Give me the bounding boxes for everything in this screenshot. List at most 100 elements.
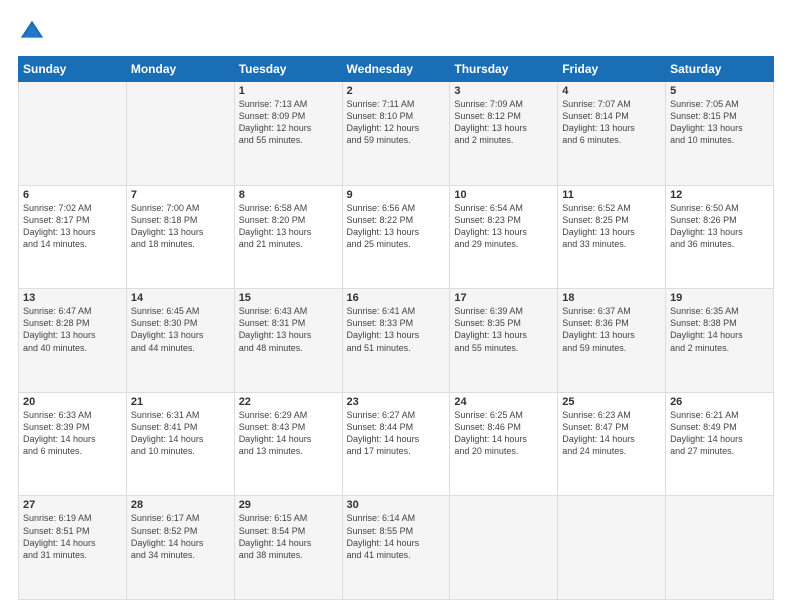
day-cell: 28Sunrise: 6:17 AM Sunset: 8:52 PM Dayli… [126, 496, 234, 600]
day-number: 29 [239, 499, 338, 511]
day-cell: 1Sunrise: 7:13 AM Sunset: 8:09 PM Daylig… [234, 82, 342, 186]
logo-icon [18, 18, 46, 46]
day-number: 6 [23, 189, 122, 201]
week-row-4: 20Sunrise: 6:33 AM Sunset: 8:39 PM Dayli… [19, 392, 774, 496]
weekday-header-thursday: Thursday [450, 57, 558, 82]
week-row-3: 13Sunrise: 6:47 AM Sunset: 8:28 PM Dayli… [19, 289, 774, 393]
day-cell: 6Sunrise: 7:02 AM Sunset: 8:17 PM Daylig… [19, 185, 127, 289]
day-cell [126, 82, 234, 186]
day-number: 5 [670, 85, 769, 97]
day-cell [666, 496, 774, 600]
day-cell: 16Sunrise: 6:41 AM Sunset: 8:33 PM Dayli… [342, 289, 450, 393]
day-number: 7 [131, 189, 230, 201]
day-content: Sunrise: 6:43 AM Sunset: 8:31 PM Dayligh… [239, 305, 338, 354]
day-number: 8 [239, 189, 338, 201]
weekday-header-saturday: Saturday [666, 57, 774, 82]
day-content: Sunrise: 6:50 AM Sunset: 8:26 PM Dayligh… [670, 202, 769, 251]
day-number: 19 [670, 292, 769, 304]
day-content: Sunrise: 6:35 AM Sunset: 8:38 PM Dayligh… [670, 305, 769, 354]
day-content: Sunrise: 7:09 AM Sunset: 8:12 PM Dayligh… [454, 98, 553, 147]
weekday-header-wednesday: Wednesday [342, 57, 450, 82]
day-content: Sunrise: 6:31 AM Sunset: 8:41 PM Dayligh… [131, 409, 230, 458]
day-cell: 8Sunrise: 6:58 AM Sunset: 8:20 PM Daylig… [234, 185, 342, 289]
day-content: Sunrise: 6:29 AM Sunset: 8:43 PM Dayligh… [239, 409, 338, 458]
day-content: Sunrise: 7:07 AM Sunset: 8:14 PM Dayligh… [562, 98, 661, 147]
day-cell: 21Sunrise: 6:31 AM Sunset: 8:41 PM Dayli… [126, 392, 234, 496]
week-row-2: 6Sunrise: 7:02 AM Sunset: 8:17 PM Daylig… [19, 185, 774, 289]
day-cell: 14Sunrise: 6:45 AM Sunset: 8:30 PM Dayli… [126, 289, 234, 393]
day-content: Sunrise: 6:56 AM Sunset: 8:22 PM Dayligh… [347, 202, 446, 251]
day-number: 20 [23, 396, 122, 408]
day-number: 14 [131, 292, 230, 304]
day-content: Sunrise: 7:05 AM Sunset: 8:15 PM Dayligh… [670, 98, 769, 147]
day-content: Sunrise: 7:02 AM Sunset: 8:17 PM Dayligh… [23, 202, 122, 251]
day-content: Sunrise: 7:00 AM Sunset: 8:18 PM Dayligh… [131, 202, 230, 251]
day-content: Sunrise: 6:17 AM Sunset: 8:52 PM Dayligh… [131, 512, 230, 561]
day-number: 12 [670, 189, 769, 201]
day-number: 18 [562, 292, 661, 304]
header [18, 18, 774, 46]
day-content: Sunrise: 6:41 AM Sunset: 8:33 PM Dayligh… [347, 305, 446, 354]
page: SundayMondayTuesdayWednesdayThursdayFrid… [0, 0, 792, 612]
day-content: Sunrise: 6:25 AM Sunset: 8:46 PM Dayligh… [454, 409, 553, 458]
day-cell: 3Sunrise: 7:09 AM Sunset: 8:12 PM Daylig… [450, 82, 558, 186]
day-cell: 30Sunrise: 6:14 AM Sunset: 8:55 PM Dayli… [342, 496, 450, 600]
weekday-header-row: SundayMondayTuesdayWednesdayThursdayFrid… [19, 57, 774, 82]
day-number: 3 [454, 85, 553, 97]
day-cell: 20Sunrise: 6:33 AM Sunset: 8:39 PM Dayli… [19, 392, 127, 496]
week-row-1: 1Sunrise: 7:13 AM Sunset: 8:09 PM Daylig… [19, 82, 774, 186]
logo [18, 18, 50, 46]
day-number: 2 [347, 85, 446, 97]
day-content: Sunrise: 6:37 AM Sunset: 8:36 PM Dayligh… [562, 305, 661, 354]
calendar-table: SundayMondayTuesdayWednesdayThursdayFrid… [18, 56, 774, 600]
day-cell: 17Sunrise: 6:39 AM Sunset: 8:35 PM Dayli… [450, 289, 558, 393]
day-content: Sunrise: 6:45 AM Sunset: 8:30 PM Dayligh… [131, 305, 230, 354]
day-cell [19, 82, 127, 186]
day-cell: 27Sunrise: 6:19 AM Sunset: 8:51 PM Dayli… [19, 496, 127, 600]
day-number: 24 [454, 396, 553, 408]
day-cell: 23Sunrise: 6:27 AM Sunset: 8:44 PM Dayli… [342, 392, 450, 496]
day-number: 9 [347, 189, 446, 201]
day-content: Sunrise: 6:19 AM Sunset: 8:51 PM Dayligh… [23, 512, 122, 561]
day-content: Sunrise: 6:33 AM Sunset: 8:39 PM Dayligh… [23, 409, 122, 458]
day-content: Sunrise: 6:54 AM Sunset: 8:23 PM Dayligh… [454, 202, 553, 251]
day-cell: 7Sunrise: 7:00 AM Sunset: 8:18 PM Daylig… [126, 185, 234, 289]
day-number: 27 [23, 499, 122, 511]
day-content: Sunrise: 7:13 AM Sunset: 8:09 PM Dayligh… [239, 98, 338, 147]
day-cell: 25Sunrise: 6:23 AM Sunset: 8:47 PM Dayli… [558, 392, 666, 496]
day-content: Sunrise: 6:58 AM Sunset: 8:20 PM Dayligh… [239, 202, 338, 251]
day-number: 11 [562, 189, 661, 201]
day-number: 22 [239, 396, 338, 408]
day-cell: 9Sunrise: 6:56 AM Sunset: 8:22 PM Daylig… [342, 185, 450, 289]
day-cell [558, 496, 666, 600]
weekday-header-tuesday: Tuesday [234, 57, 342, 82]
day-cell: 26Sunrise: 6:21 AM Sunset: 8:49 PM Dayli… [666, 392, 774, 496]
day-number: 26 [670, 396, 769, 408]
day-cell: 5Sunrise: 7:05 AM Sunset: 8:15 PM Daylig… [666, 82, 774, 186]
day-number: 1 [239, 85, 338, 97]
day-content: Sunrise: 7:11 AM Sunset: 8:10 PM Dayligh… [347, 98, 446, 147]
day-cell: 22Sunrise: 6:29 AM Sunset: 8:43 PM Dayli… [234, 392, 342, 496]
day-number: 21 [131, 396, 230, 408]
day-content: Sunrise: 6:15 AM Sunset: 8:54 PM Dayligh… [239, 512, 338, 561]
day-content: Sunrise: 6:14 AM Sunset: 8:55 PM Dayligh… [347, 512, 446, 561]
day-cell: 19Sunrise: 6:35 AM Sunset: 8:38 PM Dayli… [666, 289, 774, 393]
day-content: Sunrise: 6:21 AM Sunset: 8:49 PM Dayligh… [670, 409, 769, 458]
day-cell: 15Sunrise: 6:43 AM Sunset: 8:31 PM Dayli… [234, 289, 342, 393]
day-number: 13 [23, 292, 122, 304]
day-number: 16 [347, 292, 446, 304]
day-number: 23 [347, 396, 446, 408]
day-content: Sunrise: 6:47 AM Sunset: 8:28 PM Dayligh… [23, 305, 122, 354]
day-content: Sunrise: 6:27 AM Sunset: 8:44 PM Dayligh… [347, 409, 446, 458]
day-number: 10 [454, 189, 553, 201]
day-content: Sunrise: 6:23 AM Sunset: 8:47 PM Dayligh… [562, 409, 661, 458]
weekday-header-friday: Friday [558, 57, 666, 82]
day-cell [450, 496, 558, 600]
weekday-header-monday: Monday [126, 57, 234, 82]
day-cell: 4Sunrise: 7:07 AM Sunset: 8:14 PM Daylig… [558, 82, 666, 186]
weekday-header-sunday: Sunday [19, 57, 127, 82]
week-row-5: 27Sunrise: 6:19 AM Sunset: 8:51 PM Dayli… [19, 496, 774, 600]
day-content: Sunrise: 6:39 AM Sunset: 8:35 PM Dayligh… [454, 305, 553, 354]
day-cell: 18Sunrise: 6:37 AM Sunset: 8:36 PM Dayli… [558, 289, 666, 393]
day-number: 30 [347, 499, 446, 511]
